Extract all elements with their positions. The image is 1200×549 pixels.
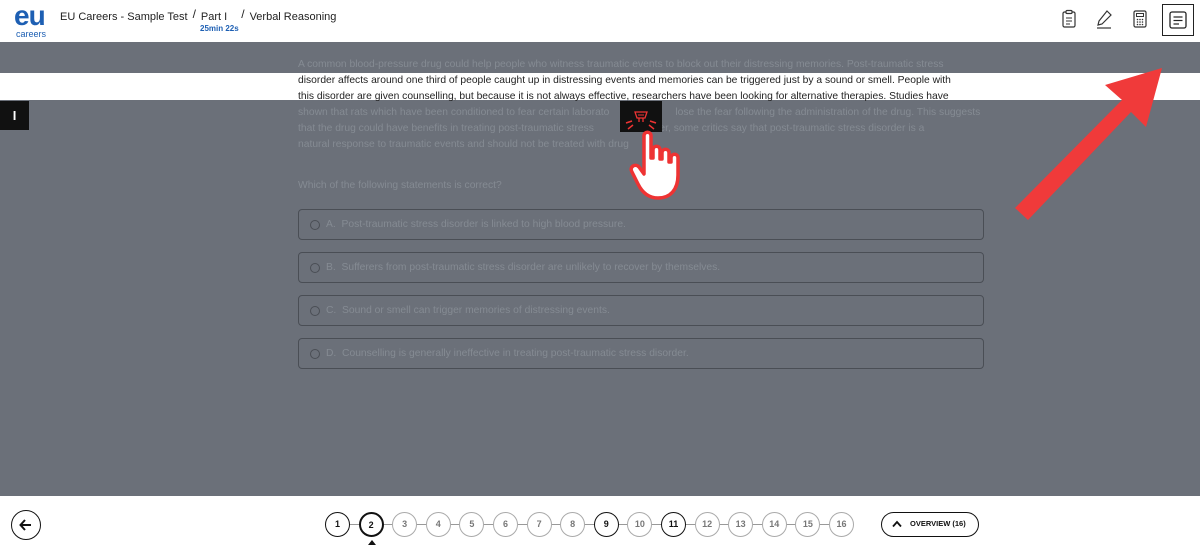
option-text: Sound or smell can trigger memories of d… [342,305,610,316]
timer: 25min 22s [200,24,239,33]
question-page-7[interactable]: 7 [526,512,552,537]
breadcrumb-separator: / [241,7,245,21]
pager-connector [719,524,729,525]
current-question-marker [368,540,376,545]
logo-sub: careers [16,29,47,39]
question-page-2[interactable]: 2 [358,512,384,537]
answer-option-b[interactable]: B. Sufferers from post-traumatic stress … [298,252,984,283]
radio-button[interactable] [310,220,320,230]
clipboard-icon[interactable] [1058,8,1080,30]
option-label: D. Counselling is generally ineffective … [326,348,689,359]
chevron-up-icon [892,520,902,528]
pager-connector [484,524,493,525]
question-page-6[interactable]: 6 [493,512,518,537]
question-page-13[interactable]: 13 [728,512,754,537]
breadcrumb-test[interactable]: EU Careers - Sample Test [60,11,188,23]
question-page-11[interactable]: 11 [661,512,686,537]
question-page-15[interactable]: 15 [795,512,821,537]
overview-label: OVERVIEW (16) [910,519,966,528]
question-page-12[interactable]: 12 [694,512,720,537]
option-letter: B. [326,262,336,273]
answer-option-c[interactable]: C. Sound or smell can trigger memories o… [298,295,984,326]
answer-option-d[interactable]: D. Counselling is generally ineffective … [298,338,984,369]
question-page-4[interactable]: 4 [425,512,451,537]
answer-option-a[interactable]: A. Post-traumatic stress disorder is lin… [298,209,984,240]
breadcrumb-separator: / [192,7,196,21]
question-page-1[interactable]: 1 [325,512,350,537]
reading-ruler-handle[interactable]: I [0,101,29,130]
passage-fragment: shown that rats which have been conditio… [298,107,610,118]
option-label: B. Sufferers from post-traumatic stress … [326,262,720,273]
question-page-16[interactable]: 16 [829,512,854,537]
breadcrumb: EU Careers - Sample Test / Part I / Verbal R… [60,7,337,23]
option-letter: C. [326,305,337,316]
pager-connector [350,524,359,525]
radio-button[interactable] [310,263,320,273]
back-button[interactable] [11,510,41,540]
question-page-14[interactable]: 14 [761,512,787,537]
option-letter: D. [326,348,337,359]
pager-connector [518,524,527,525]
pager-connector [417,524,426,525]
question-text: Which of the following statements is cor… [298,180,502,191]
passage-fragment: lose the fear following the administrati… [675,107,981,118]
question-page-8[interactable]: 8 [560,512,586,537]
pager-connector [551,524,561,525]
pager-connector [753,524,762,525]
pager-connector [652,524,661,525]
bottom-bar: 1 2 3 4 5 6 7 8 9 10 11 12 13 14 15 16 OVERVIEW (16) [0,496,1200,549]
pager-connector [686,524,695,525]
question-page-3[interactable]: 3 [392,512,418,537]
passage-line-focused: disorder affects around one third of peo… [298,75,951,86]
overview-button[interactable]: OVERVIEW (16) [881,512,979,537]
arrow-left-icon [19,519,31,531]
pager-connector [820,524,829,525]
pager-connector [383,524,393,525]
pager-connector [618,524,628,525]
pen-icon[interactable] [1093,8,1115,30]
eu-careers-logo[interactable]: eu careers [14,0,54,39]
red-arrow-annotation [1010,30,1180,235]
question-page-9[interactable]: 9 [593,512,619,537]
option-letter: A. [326,219,336,230]
breadcrumb-part[interactable]: Part I [201,11,227,23]
option-text: Counselling is generally ineffective in … [342,348,689,359]
pager-connector [450,524,460,525]
option-text: Post-traumatic stress disorder is linked… [341,219,626,230]
passage-line: A common blood-pressure drug could help … [298,59,944,70]
question-page-10[interactable]: 10 [627,512,653,537]
breadcrumb-section: Verbal Reasoning [249,11,337,23]
calculator-icon[interactable] [1129,8,1151,30]
option-text: Sufferers from post-traumatic stress dis… [341,262,721,273]
pager-connector [786,524,796,525]
radio-button[interactable] [310,349,320,359]
logo-main: eu [14,0,46,31]
passage-fragment: that the drug could have benefits in tre… [298,123,594,134]
option-label: C. Sound or smell can trigger memories o… [326,305,610,316]
radio-button[interactable] [310,306,320,316]
question-page-5[interactable]: 5 [459,512,485,537]
option-label: A. Post-traumatic stress disorder is lin… [326,219,626,230]
pointing-hand-icon [628,128,708,208]
pager-connector [585,524,594,525]
